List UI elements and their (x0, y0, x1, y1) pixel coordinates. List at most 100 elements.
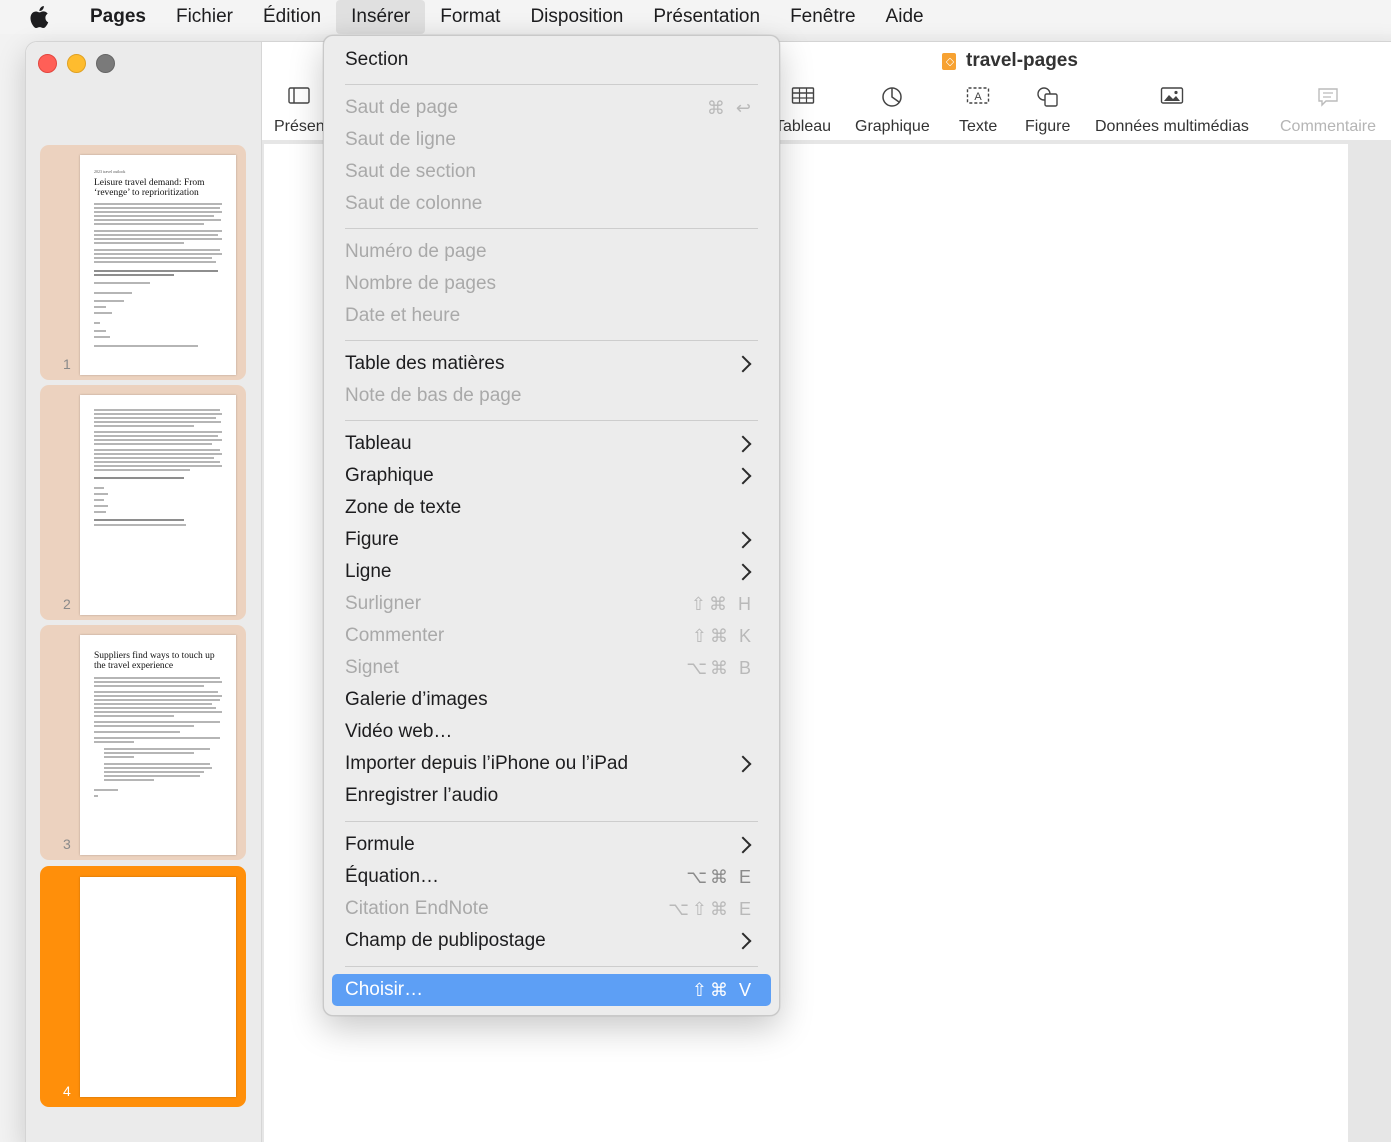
page-thumbnails-sidebar: 2023 travel outlook Leisure travel deman… (26, 42, 262, 1142)
menu-edition[interactable]: Édition (248, 0, 336, 34)
toolbar-commentaire-label: Commentaire (1280, 118, 1377, 135)
menu-item-zone-de-texte[interactable]: Zone de texte (332, 492, 771, 524)
page-thumbnail-4[interactable]: 4 (40, 866, 246, 1107)
chevron-right-icon (734, 563, 752, 581)
menu-item-importer-iphone[interactable]: Importer depuis l’iPhone ou l’iPad (332, 748, 771, 780)
shortcut-saut-de-page: ⌘ ↩ (706, 97, 754, 118)
menu-item-saut-de-colonne: Saut de colonne (332, 188, 771, 220)
toolbar-texte-button[interactable]: A Texte (959, 86, 997, 136)
menu-item-commenter-label: Commenter (345, 625, 445, 646)
text-box-icon: A (959, 86, 997, 110)
page-1-title: Leisure travel demand: From ‘revenge’ to… (94, 178, 205, 198)
table-icon (775, 86, 831, 110)
chevron-right-icon (734, 467, 752, 485)
menu-item-saut-de-colonne-label: Saut de colonne (345, 193, 483, 214)
menu-item-enregistrer-audio[interactable]: Enregistrer l’audio (332, 780, 771, 812)
menu-item-ligne[interactable]: Ligne (332, 556, 771, 588)
menu-item-surligner-label: Surligner (345, 593, 422, 614)
menu-fenetre[interactable]: Fenêtre (775, 0, 870, 34)
page-3-preview: Suppliers find ways to touch up the trav… (80, 635, 236, 855)
comment-icon (1280, 86, 1376, 110)
chevron-right-icon (734, 531, 752, 549)
menu-item-nombre-de-pages: Nombre de pages (332, 268, 771, 300)
menu-item-figure-label: Figure (345, 529, 399, 550)
menu-item-citation-endnote: Citation EndNote ⌥⇧⌘ E (332, 893, 771, 925)
page-2-number: 2 (63, 596, 71, 612)
menu-item-video-web[interactable]: Vidéo web… (332, 716, 771, 748)
menu-item-nombre-de-pages-label: Nombre de pages (345, 273, 497, 294)
menu-aide[interactable]: Aide (871, 0, 939, 34)
chevron-right-icon (734, 932, 752, 950)
page-4-preview (80, 877, 236, 1097)
menu-item-choisir[interactable]: Choisir… ⇧⌘ V (332, 974, 771, 1006)
menu-item-enregistrer-audio-label: Enregistrer l’audio (345, 785, 499, 806)
menu-item-video-web-label: Vidéo web… (345, 721, 453, 742)
menu-item-note-de-bas-de-page: Note de bas de page (332, 380, 771, 412)
zoom-window-button[interactable] (96, 54, 115, 73)
menu-disposition[interactable]: Disposition (515, 0, 638, 34)
pages-document-icon (942, 52, 956, 70)
menu-item-tableau-label: Tableau (345, 433, 412, 454)
menu-item-numero-de-page-label: Numéro de page (345, 241, 487, 262)
chevron-right-icon (734, 836, 752, 854)
toolbar-commentaire-button[interactable]: Commentaire (1280, 86, 1376, 136)
menu-item-commenter: Commenter ⇧⌘ K (332, 620, 771, 652)
menu-item-section[interactable]: Section (332, 44, 771, 76)
menu-item-signet: Signet ⌥⌘ B (332, 652, 771, 684)
toolbar-tableau-button[interactable]: Tableau (775, 86, 831, 136)
shortcut-surligner: ⇧⌘ H (690, 593, 754, 614)
menu-item-graphique[interactable]: Graphique (332, 460, 771, 492)
menu-item-galerie-images[interactable]: Galerie d’images (332, 684, 771, 716)
menu-item-equation-label: Équation… (345, 866, 440, 887)
toolbar-media-button[interactable]: Données multimédias (1095, 86, 1249, 136)
minimize-window-button[interactable] (67, 54, 86, 73)
menu-separator (345, 821, 758, 822)
menu-item-champ-publipostage-label: Champ de publipostage (345, 930, 546, 951)
menu-format[interactable]: Format (425, 0, 515, 34)
menu-item-note-de-bas-de-page-label: Note de bas de page (345, 385, 522, 406)
menu-fichier[interactable]: Fichier (161, 0, 248, 34)
menu-item-formule-label: Formule (345, 834, 415, 855)
menu-item-saut-de-page-label: Saut de page (345, 97, 459, 118)
menu-separator (345, 420, 758, 421)
toolbar-graphique-label: Graphique (855, 118, 930, 135)
toolbar-figure-button[interactable]: Figure (1025, 86, 1070, 136)
menu-separator (345, 966, 758, 967)
svg-text:A: A (974, 91, 982, 103)
menu-item-tableau[interactable]: Tableau (332, 428, 771, 460)
menu-presentation[interactable]: Présentation (638, 0, 775, 34)
page-4-number: 4 (63, 1083, 71, 1099)
menu-bar: Pages Fichier Édition Insérer Format Dis… (0, 0, 1391, 34)
page-3-number: 3 (63, 836, 71, 852)
shortcut-citation-endnote: ⌥⇧⌘ E (668, 898, 754, 919)
menu-app-pages[interactable]: Pages (66, 0, 161, 34)
presentation-icon (274, 86, 325, 110)
shape-icon (1025, 86, 1070, 110)
document-title-area: travel-pages (942, 50, 1078, 72)
toolbar-graphique-button[interactable]: Graphique (855, 86, 930, 136)
menu-item-surligner: Surligner ⇧⌘ H (332, 588, 771, 620)
chevron-right-icon (734, 435, 752, 453)
menu-item-equation[interactable]: Équation… ⌥⌘ E (332, 861, 771, 893)
menu-item-date-et-heure-label: Date et heure (345, 305, 461, 326)
page-thumbnail-3[interactable]: Suppliers find ways to touch up the trav… (40, 625, 246, 860)
menu-item-galerie-images-label: Galerie d’images (345, 689, 488, 710)
menu-separator (345, 340, 758, 341)
menu-item-figure[interactable]: Figure (332, 524, 771, 556)
menu-item-formule[interactable]: Formule (332, 829, 771, 861)
apple-logo-icon[interactable] (26, 4, 52, 30)
toolbar-tableau-label: Tableau (775, 118, 832, 135)
page-thumbnail-1[interactable]: 2023 travel outlook Leisure travel deman… (40, 145, 246, 380)
page-1-kicker: 2023 travel outlook (94, 169, 126, 174)
menu-inserer[interactable]: Insérer (336, 0, 426, 34)
toolbar-presentation-button[interactable]: Présen (274, 86, 325, 136)
close-window-button[interactable] (38, 54, 57, 73)
page-thumbnail-2[interactable]: 2 (40, 385, 246, 620)
menu-item-choisir-label: Choisir… (345, 979, 424, 1000)
shortcut-equation: ⌥⌘ E (686, 866, 754, 887)
toolbar-texte-label: Texte (959, 118, 998, 135)
menu-item-table-des-matieres[interactable]: Table des matières (332, 348, 771, 380)
menu-item-champ-publipostage[interactable]: Champ de publipostage (332, 925, 771, 957)
menu-item-zone-de-texte-label: Zone de texte (345, 497, 462, 518)
shortcut-commenter: ⇧⌘ K (691, 625, 754, 646)
